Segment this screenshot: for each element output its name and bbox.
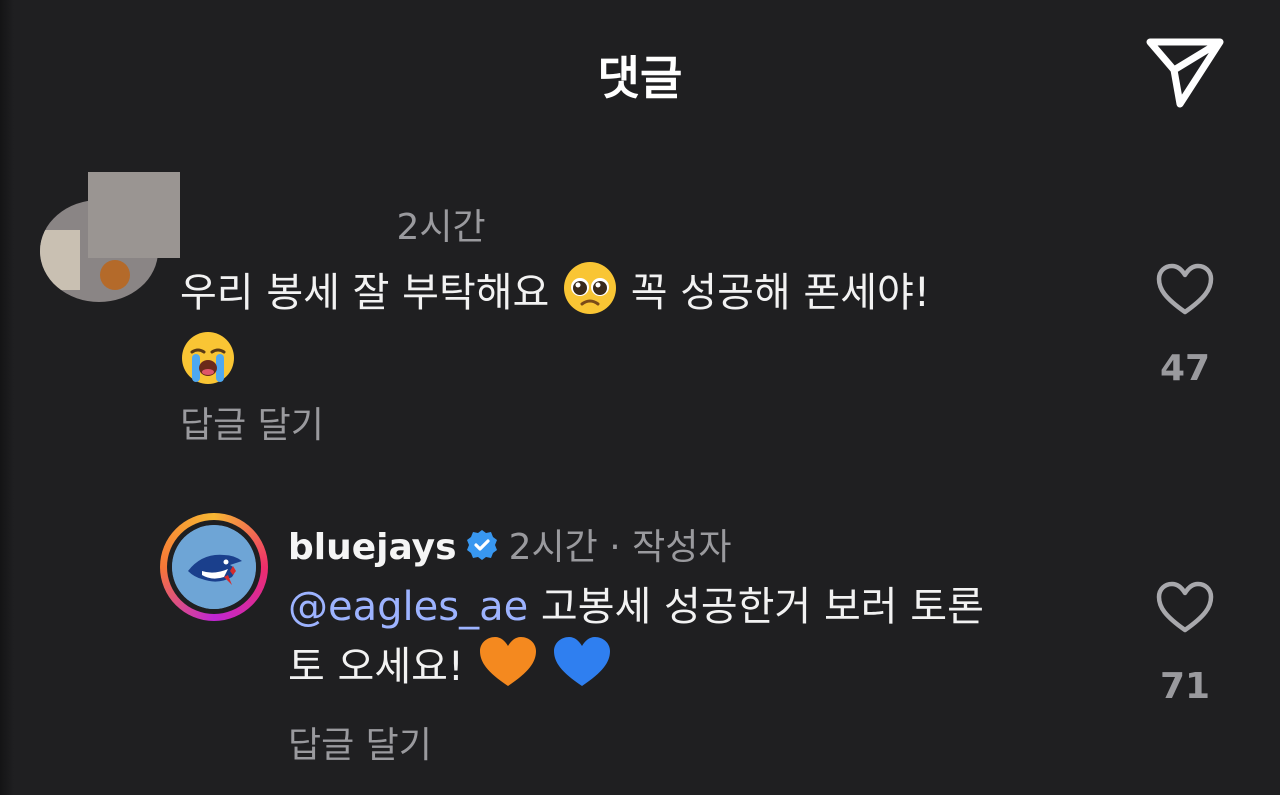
reply-button[interactable]: 답글 달기 <box>180 396 324 448</box>
comment-text-part: 토 오세요! <box>288 644 464 690</box>
like-group: 47 <box>1150 262 1220 389</box>
comment-meta: bluejays 2시간 · 작성자 <box>288 518 731 571</box>
paper-plane-icon <box>1146 38 1224 108</box>
avatar-image-part <box>40 230 80 290</box>
verified-badge-icon <box>465 528 499 571</box>
redacted-overlay <box>88 172 180 258</box>
sheet-edge <box>0 0 14 795</box>
comment-username[interactable]: bluejays <box>288 527 457 568</box>
comment-text-part: 꼭 성공해 폰세야! <box>630 270 930 316</box>
mention-link[interactable]: @eagles_ae <box>288 584 528 630</box>
comment-text: @eagles_ae 고봉세 성공한거 보러 토론 토 오세요! <box>288 580 1128 704</box>
avatar-image-part <box>100 260 130 290</box>
reply-button[interactable]: 답글 달기 <box>288 716 432 768</box>
comment-text-part: 고봉세 성공한거 보러 토론 <box>540 584 984 630</box>
like-group: 71 <box>1150 580 1220 707</box>
pleading-face-emoji <box>562 260 618 330</box>
avatar-ring-gap <box>167 520 261 614</box>
comments-sheet: 댓글 2시간 우리 봉세 잘 부탁해요 꼭 성공해 폰세야! 답글 달기 47 … <box>0 0 1280 795</box>
orange-heart-emoji <box>477 634 539 704</box>
redacted-name <box>180 196 380 240</box>
like-button[interactable] <box>1155 262 1215 318</box>
blue-heart-emoji <box>551 634 613 704</box>
like-count: 71 <box>1159 666 1211 707</box>
author-label: · 작성자 <box>609 527 732 568</box>
page-title: 댓글 <box>597 51 683 105</box>
loudly-crying-face-emoji <box>180 330 236 400</box>
bluejays-logo <box>172 525 256 609</box>
heart-icon <box>1156 581 1214 633</box>
share-button[interactable] <box>1140 36 1230 112</box>
comment-text-part: 우리 봉세 잘 부탁해요 <box>180 270 550 316</box>
comment-text: 우리 봉세 잘 부탁해요 꼭 성공해 폰세야! <box>180 260 1080 400</box>
like-count: 47 <box>1159 348 1211 389</box>
like-button[interactable] <box>1155 580 1215 636</box>
avatar[interactable] <box>160 513 268 621</box>
heart-icon <box>1156 263 1214 315</box>
comment-time: 2시간 <box>396 207 486 248</box>
comment-time: 2시간 <box>508 527 598 568</box>
